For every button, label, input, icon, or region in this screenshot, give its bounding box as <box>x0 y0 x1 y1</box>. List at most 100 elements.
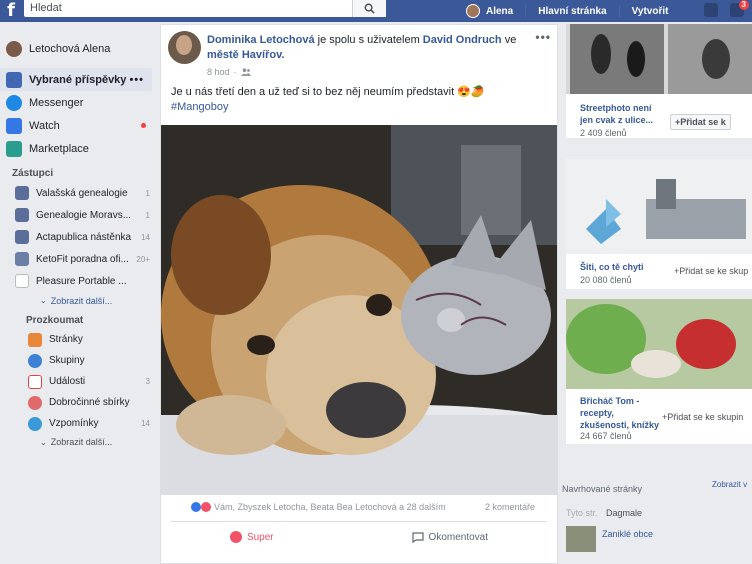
group-title[interactable]: Streetphoto není jen cvak z ulice... <box>580 102 666 126</box>
search-input[interactable]: Hledat <box>24 0 354 17</box>
shortcuts-heading: Zástupci <box>12 168 54 179</box>
top-nav: Alena Hlavní stránka Vytvořit <box>466 0 668 22</box>
explore-item[interactable]: Události 3 <box>0 371 158 392</box>
reactions-text: Vám, Zbyszek Letocha, Beata Bea Letochov… <box>214 502 446 512</box>
explore-item[interactable]: Stránky <box>0 329 158 350</box>
feed-post: Dominika Letochová je spolu s uživatelem… <box>160 24 558 564</box>
tagged-user[interactable]: David Ondruch <box>423 34 502 46</box>
suggested-page-name[interactable]: Zaniklé obce <box>602 529 653 539</box>
like-reaction-icon <box>191 502 201 512</box>
fundraiser-heart-icon <box>28 395 42 410</box>
suggested-group-card: Streetphoto není jen cvak z ulice... 2 4… <box>566 24 752 138</box>
explore-count: 14 <box>141 419 150 428</box>
join-group-button[interactable]: + Přidat se k <box>670 114 731 130</box>
profile-link[interactable]: Letochová Alena <box>0 36 158 62</box>
join-label: Přidat se k <box>680 117 726 127</box>
show-more-label: Zobrazit další... <box>50 437 113 447</box>
location-link[interactable]: městě Havířov. <box>207 49 284 61</box>
search-button[interactable] <box>352 0 386 17</box>
reactions-summary[interactable]: Vám, Zbyszek Letocha, Beata Bea Letochov… <box>191 502 446 512</box>
create-link[interactable]: Vytvořit <box>632 6 669 17</box>
show-more-label: Zobrazit další... <box>50 295 113 306</box>
shortcut-item[interactable]: Valašská genealogie 1 <box>0 182 158 204</box>
nav-divider <box>525 5 527 17</box>
author-name[interactable]: Dominika Letochová <box>207 34 315 46</box>
top-icons: 3 <box>704 0 749 17</box>
top-bar: f Hledat Alena Hlavní stránka Vytvořit 3 <box>0 0 752 22</box>
suggested-pages-show-all[interactable]: Zobrazit v <box>712 480 747 489</box>
dog-photo-illustration <box>161 125 557 495</box>
group-members: 2 409 členů <box>580 128 627 138</box>
location-pre: ve <box>501 34 517 46</box>
events-calendar-icon <box>28 374 42 389</box>
explore-item[interactable]: Dobročinné sbírky <box>0 392 158 413</box>
shortcut-item[interactable]: KetoFit poradna ofi... 20+ <box>0 248 158 270</box>
shortcut-item[interactable]: Genealogie Moravs... 1 <box>0 204 158 226</box>
join-group-button[interactable]: + Přidat se ke skupin <box>658 409 747 425</box>
user-name-link[interactable]: Alena <box>486 6 513 17</box>
facebook-logo[interactable]: f <box>0 0 22 22</box>
post-actions: Super Okomentovat <box>161 528 557 546</box>
explore-item[interactable]: Skupiny <box>0 350 158 371</box>
notification-badge: 3 <box>738 0 749 10</box>
friends-audience-icon[interactable] <box>240 68 251 76</box>
group-cover-image[interactable] <box>566 299 752 389</box>
post-meta: 8 hod · <box>207 67 251 77</box>
memories-clock-icon <box>28 416 42 431</box>
explore-label: Události <box>49 376 86 387</box>
group-icon <box>15 230 29 244</box>
explore-item[interactable]: Vzpomínky 14 <box>0 413 158 434</box>
marketplace-icon <box>6 140 22 157</box>
explore-label: Vzpomínky <box>49 418 99 429</box>
author-avatar[interactable] <box>168 31 201 64</box>
post-time[interactable]: 8 hod <box>207 67 230 77</box>
explore-show-more[interactable]: ⌄ Zobrazit další... <box>0 434 158 450</box>
comment-button[interactable]: Okomentovat <box>392 528 508 546</box>
explore-label: Stránky <box>49 334 83 345</box>
join-label: Přidat se ke skup <box>679 266 749 276</box>
shortcut-item[interactable]: Pleasure Portable ... <box>0 270 158 292</box>
profile-name: Letochová Alena <box>29 43 111 55</box>
group-title[interactable]: Šiti, co tě chyti <box>580 261 644 273</box>
shortcut-count: 14 <box>141 232 150 242</box>
chevron-down-icon: ⌄ <box>40 296 47 305</box>
notifications-icon[interactable]: 3 <box>730 0 749 17</box>
love-reaction-icon <box>201 502 211 512</box>
sidebar-item-label: Messenger <box>29 96 84 109</box>
post-options-icon[interactable]: ••• <box>535 30 551 44</box>
pages-subtitle: Tyto str. <box>566 508 598 518</box>
love-icon <box>229 531 242 543</box>
shortcut-count: 1 <box>145 210 150 220</box>
new-content-dot <box>141 123 146 128</box>
sidebar-item-watch[interactable]: Watch <box>0 114 158 137</box>
post-header: Dominika Letochová je spolu s uživatelem… <box>207 33 527 63</box>
shortcut-label: Valašská genealogie <box>36 187 128 199</box>
friend-requests-icon[interactable] <box>704 3 718 17</box>
suggested-group-card: Šiti, co tě chyti 20 080 členů + Přidat … <box>566 159 752 289</box>
page-thumbnail[interactable] <box>566 526 596 552</box>
explore-heading: Prozkoumat <box>26 315 84 326</box>
home-link[interactable]: Hlavní stránka <box>538 6 606 17</box>
group-title[interactable]: Břicháč Tom - recepty, zkušenosti, knížk… <box>580 395 660 431</box>
reaction-button[interactable]: Super <box>210 528 294 546</box>
shortcut-item[interactable]: Actapublica nástěnka 14 <box>0 226 158 248</box>
with-text: je spolu s uživatelem <box>314 34 423 46</box>
post-photo[interactable] <box>161 125 557 495</box>
sidebar-item-messenger[interactable]: Messenger <box>0 91 158 114</box>
shortcut-label: Actapublica nástěnka <box>36 231 132 243</box>
sidebar-item-marketplace[interactable]: Marketplace <box>0 137 158 160</box>
suggested-page-name[interactable]: Dagmale <box>606 508 642 518</box>
group-cover-image[interactable] <box>566 159 752 254</box>
comment-label: Okomentovat <box>428 531 489 543</box>
more-options-icon[interactable]: ••• <box>129 74 144 86</box>
join-group-button[interactable]: + Přidat se ke skup <box>670 263 752 279</box>
group-icon <box>15 208 29 222</box>
nav-divider <box>618 5 620 17</box>
sidebar-item-news-feed[interactable]: Vybrané příspěvky ••• <box>0 68 152 91</box>
comments-count[interactable]: 2 komentáře <box>485 502 535 512</box>
user-avatar[interactable] <box>466 4 480 18</box>
group-cover-image[interactable] <box>566 24 752 94</box>
shortcuts-show-more[interactable]: ⌄ Zobrazit další... <box>0 292 158 309</box>
join-label: Přidat se ke skupin <box>667 412 744 422</box>
hashtag-link[interactable]: #Mangoboy <box>171 100 501 115</box>
